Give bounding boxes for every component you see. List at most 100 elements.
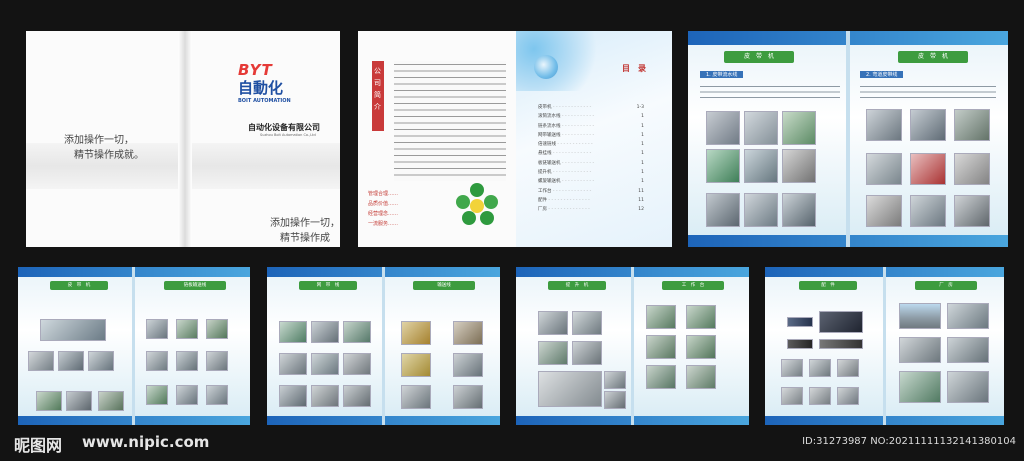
product-photo <box>781 387 803 405</box>
toc-item[interactable]: 厂房 - - - - - - - - - - - - - - 12 <box>538 205 644 214</box>
product-photo <box>98 391 124 411</box>
product-photo <box>744 149 778 183</box>
value-item: 一流服务…… <box>368 221 399 227</box>
section-title: 皮 带 机 <box>724 51 794 63</box>
factory-photo <box>947 337 989 363</box>
product-photo <box>646 305 676 329</box>
product-photo <box>146 319 168 339</box>
section-title: 厂 房 <box>915 281 977 290</box>
spine <box>846 31 850 247</box>
product-photo <box>88 351 114 371</box>
product-photo <box>782 149 816 183</box>
value-circle <box>462 211 476 225</box>
nipic-url[interactable]: www.nipic.com <box>82 433 209 451</box>
toc-item[interactable]: 提升机 - - - - - - - - - - - - - 1 <box>538 168 644 177</box>
product-photo <box>343 321 371 343</box>
product-photo <box>279 321 307 343</box>
factory-photo <box>899 337 941 363</box>
logo-english: BOIT AUTOMATION <box>238 98 291 104</box>
value-circle <box>480 211 494 225</box>
back-cover-slogan-1: 添加操作一切， <box>64 135 134 146</box>
product-photo <box>787 317 813 327</box>
product-photo <box>176 351 198 371</box>
intro-toc-spread: 公司简介 管理合理…… 品质价值…… 经营理念…… 一流服务…… 目 录 皮带机… <box>358 31 672 247</box>
product-photo <box>910 153 946 185</box>
product-photo <box>866 153 902 185</box>
product-photo <box>453 321 483 345</box>
cover-gray-stripe-right <box>192 143 340 189</box>
product-photo <box>646 365 676 389</box>
product-photo <box>538 371 602 407</box>
product-photo <box>646 335 676 359</box>
product-photo <box>954 195 990 227</box>
value-item: 管理合理…… <box>368 191 399 197</box>
product-photo <box>744 111 778 145</box>
product-photo <box>343 385 371 407</box>
spine <box>382 267 385 425</box>
toc-item[interactable]: 配件 - - - - - - - - - - - - - - 11 <box>538 196 644 205</box>
front-cover-slogan-2: 精节操作成就。 <box>280 233 330 244</box>
section-title: 皮 带 机 <box>898 51 968 63</box>
globe-icon <box>534 55 558 79</box>
spine <box>883 267 886 425</box>
value-circle <box>484 195 498 209</box>
cover-spine-shadow <box>178 31 192 247</box>
product-photo <box>686 365 716 389</box>
nipic-logo: 昵图网 <box>14 436 63 455</box>
product-photo <box>781 359 803 377</box>
toc-item[interactable]: 滚筒流水线 - - - - - - - - - - - 1 <box>538 112 644 121</box>
product-photo <box>910 109 946 141</box>
product-photo <box>343 353 371 375</box>
product-photo <box>706 193 740 227</box>
product-photo <box>819 339 863 349</box>
section-title: 提 升 机 <box>548 281 606 290</box>
toc-item[interactable]: 工作台 - - - - - - - - - - - - - 11 <box>538 187 644 196</box>
product-photo <box>538 311 568 335</box>
toc-item[interactable]: 悬挂线 - - - - - - - - - - - - - 1 <box>538 149 644 158</box>
product-photo <box>866 109 902 141</box>
factory-photo <box>947 371 989 403</box>
product-photo <box>401 321 431 345</box>
section-title: 链板输送线 <box>164 281 226 290</box>
product-photo <box>538 341 568 365</box>
product-photo <box>686 305 716 329</box>
toc-list: 皮带机 - - - - - - - - - - - - - 1-3 滚筒流水线 … <box>538 103 644 215</box>
watermark-bar: 昵图网 www.nipic.com ID:31273987 NO:2021111… <box>0 428 1024 461</box>
product-photo <box>572 341 602 365</box>
product-photo <box>819 311 863 333</box>
toc-item[interactable]: 网带输送线 - - - - - - - - - - - 1 <box>538 131 644 140</box>
product-photo <box>866 195 902 227</box>
product-photo <box>146 385 168 405</box>
value-item: 品质价值…… <box>368 201 399 207</box>
logo-chinese: 自動化 <box>238 79 284 97</box>
toc-blue-corner <box>516 31 606 91</box>
product-photo <box>311 321 339 343</box>
product-photo <box>28 351 54 371</box>
toc-item[interactable]: 皮带机 - - - - - - - - - - - - - 1-3 <box>538 103 644 112</box>
product-photo <box>787 339 813 349</box>
text-block <box>700 83 840 99</box>
product-photo <box>954 109 990 141</box>
toc-item[interactable]: 板链输送机 - - - - - - - - - - - 1 <box>538 159 644 168</box>
product-photo <box>604 371 626 389</box>
product-photo <box>706 149 740 183</box>
product-photo <box>206 319 228 339</box>
back-cover-slogan-2: 精节操作成就。 <box>74 150 144 161</box>
product-photo <box>176 385 198 405</box>
lift-bench-spread: 提 升 机 工 作 台 <box>516 267 749 425</box>
belt-spread: 皮 带 机 皮 带 机 1. 皮带流水线 2. 弯道皮带线 <box>688 31 1008 247</box>
spine <box>132 267 135 425</box>
product-photo <box>40 319 106 341</box>
product-photo <box>453 385 483 409</box>
front-cover-slogan-1: 添加操作一切， <box>270 218 340 229</box>
product-photo <box>311 353 339 375</box>
toc-item[interactable]: 倍速链线 - - - - - - - - - - - - 1 <box>538 140 644 149</box>
toc-item[interactable]: 螺旋输送机 - - - - - - - - - - - 1 <box>538 177 644 186</box>
toc-item[interactable]: 链条流水线 - - - - - - - - - - - 1 <box>538 122 644 131</box>
product-photo <box>809 387 831 405</box>
product-photo <box>311 385 339 407</box>
value-circle <box>456 195 470 209</box>
section-title: 皮 带 机 <box>50 281 108 290</box>
product-photo <box>744 193 778 227</box>
value-circle-center <box>470 199 484 213</box>
